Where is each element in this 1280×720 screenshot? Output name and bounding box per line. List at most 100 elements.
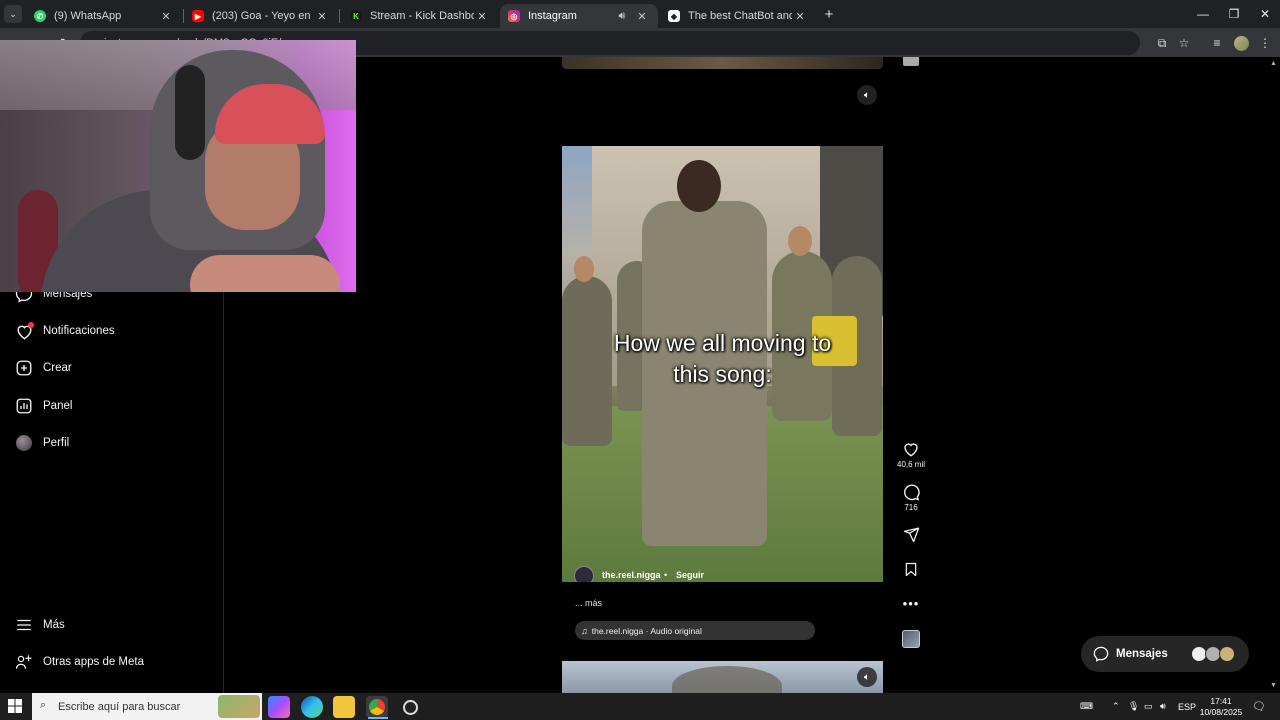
sidebar-item-label: Notificaciones	[43, 325, 115, 337]
close-icon[interactable]: ✕	[158, 10, 174, 23]
more-options-action[interactable]: •••	[898, 596, 924, 611]
like-action[interactable]: 40,6 mil	[897, 440, 925, 469]
search-placeholder: Escribe aquí para buscar	[58, 700, 181, 713]
audio-link[interactable]: ♫ the.reel.nigga · Audio original	[575, 621, 815, 640]
video-soldier-head	[788, 226, 812, 256]
windows-taskbar: ⌕ Escribe aquí para buscar ⌨︎ ⌃ 🎙︎ ▭ 🔊︎ …	[0, 693, 1280, 720]
language-indicator[interactable]: ESP	[1178, 693, 1196, 720]
restore-button[interactable]: ❐	[1219, 4, 1249, 24]
sidebar-item-notificaciones[interactable]: Notificaciones	[14, 318, 115, 344]
message-avatar	[1219, 646, 1235, 662]
webcam-hand	[190, 255, 340, 292]
close-icon[interactable]: ✕	[314, 10, 330, 23]
close-icon[interactable]: ✕	[792, 10, 808, 23]
whatsapp-icon: ✆	[34, 10, 46, 22]
mute-button[interactable]: 🔈︎	[857, 85, 877, 105]
sidebar-item-panel[interactable]: Panel	[14, 393, 72, 419]
tray-chevron-icon[interactable]: ⌃	[1112, 693, 1120, 720]
minimize-button[interactable]: —	[1188, 4, 1218, 24]
tab-title: The best ChatBot and Widgets	[688, 10, 792, 22]
file-explorer-taskbar-icon[interactable]	[333, 696, 355, 718]
kick-icon: K	[350, 10, 362, 22]
tab-youtube[interactable]: ▶ (203) Goa - Yeyo en Mi Iphone ✕	[184, 4, 338, 28]
messages-pill[interactable]: Mensajes	[1081, 636, 1249, 672]
sidebar-item-label: Más	[43, 619, 65, 631]
volume-icon[interactable]: 🔊︎	[1160, 693, 1166, 720]
author-username[interactable]: the.reel.nigga	[602, 570, 661, 580]
caption-line: How we all moving to	[613, 330, 832, 356]
notification-center-icon[interactable]: 🗨︎	[1252, 693, 1266, 720]
sidebar-item-perfil[interactable]: Perfil	[14, 430, 69, 456]
hamburger-icon	[14, 615, 34, 635]
share-action[interactable]	[898, 526, 924, 543]
sidebar-item-label: Crear	[43, 362, 72, 374]
speaker-icon[interactable]: 🔊︎	[614, 10, 630, 23]
sidebar-item-crear[interactable]: Crear	[14, 355, 72, 381]
kebab-icon: ⋮	[1259, 36, 1271, 50]
sidebar-item-otras-apps[interactable]: Otras apps de Meta	[14, 649, 144, 675]
tab-title: Instagram	[528, 10, 577, 22]
comment-count: 716	[904, 503, 918, 512]
video-soldier-head	[574, 256, 594, 282]
clock-date: 10/08/2025	[1199, 706, 1243, 717]
comment-icon	[904, 484, 920, 501]
media-controls-button[interactable]: ≡	[1208, 34, 1226, 52]
tab-whatsapp[interactable]: ✆ (9) WhatsApp ✕	[26, 4, 182, 28]
new-tab-button[interactable]: +	[820, 5, 838, 23]
mute-button-next[interactable]: 🔈︎	[857, 667, 877, 687]
close-icon[interactable]: ✕	[474, 10, 490, 23]
install-app-button[interactable]: ⧉	[1153, 34, 1171, 52]
edge-taskbar-icon[interactable]	[301, 696, 323, 718]
tab-search-button[interactable]: ⌄	[4, 5, 22, 23]
tab-instagram[interactable]: ◎ Instagram 🔊︎ ✕	[500, 4, 658, 28]
youtube-icon: ▶	[192, 10, 204, 22]
taskbar-search[interactable]: ⌕ Escribe aquí para buscar	[32, 693, 262, 720]
tab-kick[interactable]: K Stream - Kick Dashboard ✕	[342, 4, 498, 28]
audio-thumbnail-action[interactable]	[898, 630, 924, 648]
previous-reel-side-icon[interactable]	[903, 57, 919, 66]
tab-chatbot[interactable]: ◆ The best ChatBot and Widgets ✕	[660, 4, 816, 28]
install-icon: ⧉	[1157, 35, 1167, 50]
scroll-down-arrow[interactable]: ▼	[1270, 682, 1277, 689]
clock[interactable]: 17:41 10/08/2025	[1198, 693, 1244, 720]
close-icon[interactable]: ✕	[634, 10, 650, 23]
caption-line: this song:	[673, 361, 772, 387]
star-icon: ☆	[1178, 36, 1190, 50]
comment-action[interactable]: 716	[898, 483, 924, 512]
profile-button[interactable]	[1232, 34, 1250, 52]
meta-apps-icon	[14, 652, 34, 672]
chatbot-icon: ◆	[668, 10, 680, 22]
reel-video[interactable]: How we all moving to this song: the.reel…	[562, 146, 883, 582]
start-button[interactable]	[8, 699, 24, 715]
separator-dot: •	[664, 570, 668, 580]
plus-icon: +	[824, 5, 834, 23]
author-avatar[interactable]	[574, 566, 594, 582]
next-reel-preview[interactable]	[562, 661, 883, 693]
instagram-icon: ◎	[508, 10, 520, 22]
next-reel-scene	[672, 666, 782, 693]
obs-icon	[402, 699, 418, 715]
scroll-up-arrow[interactable]: ▲	[1270, 60, 1277, 67]
menu-button[interactable]: ⋮	[1256, 34, 1274, 52]
tab-title: Stream - Kick Dashboard	[370, 10, 474, 22]
heart-icon	[14, 321, 34, 341]
save-action[interactable]	[898, 561, 924, 578]
send-icon	[903, 527, 919, 543]
search-highlight-image	[218, 695, 260, 718]
messages-label: Mensajes	[1116, 648, 1168, 660]
profile-avatar-icon	[1233, 35, 1249, 51]
chrome-taskbar-icon[interactable]	[366, 696, 388, 718]
microphone-icon[interactable]: 🎙︎	[1128, 693, 1139, 720]
copilot-taskbar-icon[interactable]	[268, 696, 290, 718]
caption-more-link[interactable]: ... más	[575, 598, 602, 608]
bookmark-button[interactable]: ☆	[1175, 34, 1193, 52]
minimize-icon: —	[1197, 7, 1209, 21]
messenger-icon	[1093, 646, 1109, 662]
sidebar-item-mas[interactable]: Más	[14, 612, 65, 638]
follow-button[interactable]: Seguir	[676, 570, 704, 580]
network-icon[interactable]: ▭	[1144, 693, 1153, 720]
obs-taskbar-icon[interactable]	[399, 696, 421, 718]
close-window-button[interactable]: ✕	[1250, 4, 1280, 24]
keyboard-tray-icon[interactable]: ⌨︎	[1080, 693, 1093, 720]
avatar-icon	[14, 433, 34, 453]
